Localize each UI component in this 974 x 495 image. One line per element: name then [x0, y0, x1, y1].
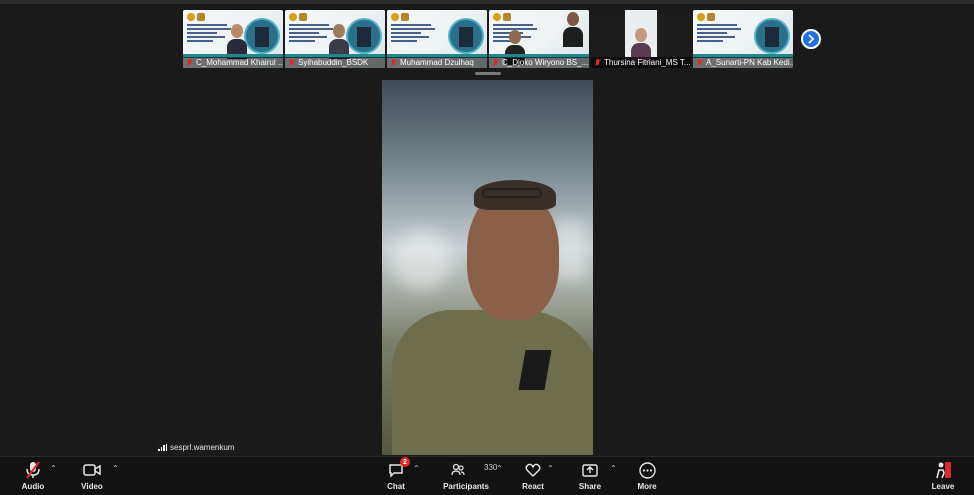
- logo-icon: [197, 13, 205, 21]
- participant-thumbnail[interactable]: Muhammad Dzulhaq: [387, 10, 487, 68]
- chevron-right-icon: [808, 34, 815, 44]
- chevron-up-icon[interactable]: ⌃: [112, 464, 120, 473]
- chevron-up-icon[interactable]: ⌃: [610, 464, 618, 473]
- participant-gallery: C_Mohammad Khairul ... Syihabuddin_BSDK …: [183, 10, 793, 68]
- mic-muted-icon: [288, 58, 295, 67]
- mic-muted-icon: [594, 58, 601, 67]
- mic-muted-icon: [390, 58, 397, 67]
- participant-name: Muhammad Dzulhaq: [400, 58, 474, 67]
- signal-strength-icon: [158, 444, 167, 451]
- camera-icon: [83, 464, 101, 476]
- participant-video: [329, 24, 349, 59]
- share-screen-icon: [582, 463, 598, 477]
- logo-icon: [187, 13, 195, 21]
- chevron-up-icon[interactable]: ⌃: [547, 464, 555, 473]
- logo-icon: [289, 13, 297, 21]
- chevron-up-icon[interactable]: ⌃: [413, 464, 421, 473]
- meeting-toolbar: Audio ⌃ Video ⌃ 2 Chat ⌃ 330 Participant…: [0, 456, 974, 495]
- participant-thumbnail[interactable]: A_Sunarti-PN Kab Kedi...: [693, 10, 793, 68]
- logo-icon: [299, 13, 307, 21]
- video-label: Video: [81, 482, 103, 491]
- next-page-button[interactable]: [801, 29, 821, 49]
- participant-thumbnail[interactable]: Thursina Fitriani_MS T...: [591, 10, 691, 68]
- self-view-name: sesprl.wamenkum: [170, 443, 235, 452]
- participant-name: A_Sunarti-PN Kab Kedi...: [706, 58, 793, 67]
- audio-label: Audio: [21, 482, 45, 491]
- logo-icon: [401, 13, 409, 21]
- participant-video: [563, 12, 583, 47]
- mic-muted-icon: [186, 58, 193, 67]
- participant-video: [227, 24, 247, 59]
- logo-icon: [493, 13, 501, 21]
- leave-button[interactable]: Leave: [914, 460, 972, 491]
- leave-icon: [936, 462, 951, 479]
- share-label: Share: [578, 482, 602, 491]
- chat-label: Chat: [387, 482, 405, 491]
- self-view-name-tag: sesprl.wamenkum: [155, 441, 239, 454]
- logo-icon: [503, 13, 511, 21]
- react-label: React: [522, 482, 544, 491]
- participant-name: Syihabuddin_BSDK: [298, 58, 369, 67]
- participant-thumbnail[interactable]: Syihabuddin_BSDK: [285, 10, 385, 68]
- window-top-strip: [0, 0, 974, 4]
- active-speaker-video: [382, 80, 593, 455]
- more-button[interactable]: More: [618, 460, 676, 491]
- heart-icon: [525, 463, 541, 477]
- participant-thumbnail[interactable]: C_Mohammad Khairul ...: [183, 10, 283, 68]
- gallery-resize-handle[interactable]: [475, 72, 501, 75]
- microphone-muted-icon: [26, 461, 40, 479]
- chevron-up-icon[interactable]: ⌃: [50, 464, 58, 473]
- chevron-up-icon[interactable]: ⌃: [496, 464, 504, 473]
- leave-label: Leave: [931, 482, 955, 491]
- mic-muted-icon: [696, 58, 703, 67]
- participant-name: C_Mohammad Khairul ...: [196, 58, 283, 67]
- participants-button[interactable]: 330 Participants: [437, 460, 497, 491]
- logo-icon: [707, 13, 715, 21]
- logo-icon: [697, 13, 705, 21]
- participants-icon: [451, 463, 465, 476]
- participant-name: Thursina Fitriani_MS T...: [604, 58, 691, 67]
- more-label: More: [637, 482, 657, 491]
- more-options-icon: [638, 461, 656, 479]
- chat-unread-badge: 2: [400, 457, 410, 467]
- participant-name: C_Djoko Wiryono BS_...: [502, 58, 589, 67]
- logo-icon: [391, 13, 399, 21]
- mic-muted-icon: [492, 58, 499, 67]
- participants-label: Participants: [443, 482, 489, 491]
- participant-thumbnail[interactable]: C_Djoko Wiryono BS_...: [489, 10, 589, 68]
